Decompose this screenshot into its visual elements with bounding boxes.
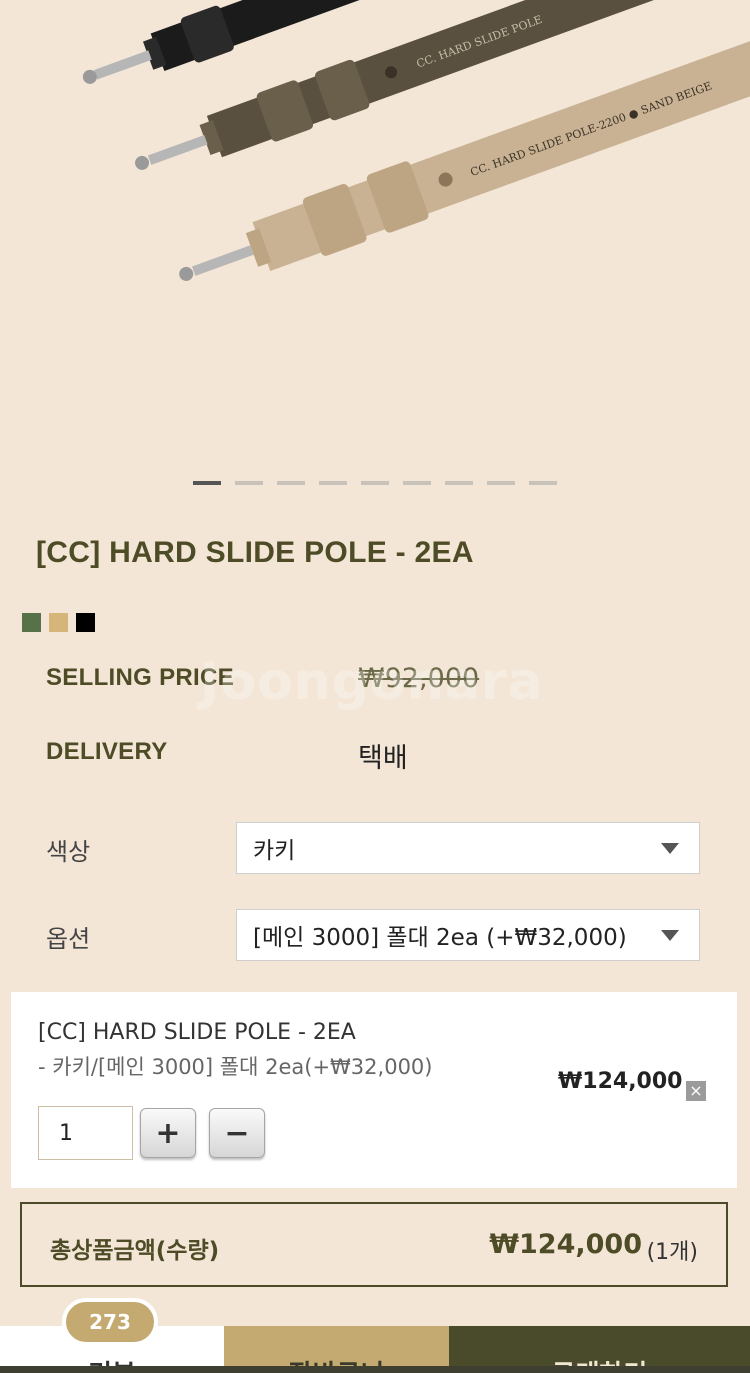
option-select-value: [메인 3000] 폴대 2ea (+₩32,000): [253, 925, 627, 951]
chevron-down-icon: [661, 843, 679, 854]
pagination-dot-8[interactable]: [487, 481, 515, 485]
quantity-increase-button[interactable]: +: [140, 1108, 196, 1158]
delivery-value: 택배: [358, 743, 408, 774]
color-select-value: 카키: [253, 838, 296, 864]
pagination-dot-9[interactable]: [529, 481, 557, 485]
total-quantity: (1개): [646, 1240, 698, 1265]
bottom-strip: [0, 1366, 750, 1373]
option-select[interactable]: [메인 3000] 폴대 2ea (+₩32,000): [236, 909, 700, 961]
delivery-label: DELIVERY: [46, 738, 168, 765]
pagination-dot-4[interactable]: [319, 481, 347, 485]
color-option-label: 색상: [46, 838, 91, 866]
pagination-dot-6[interactable]: [403, 481, 431, 485]
total-amount: ₩124,000: [489, 1229, 642, 1260]
quantity-decrease-button[interactable]: −: [209, 1108, 265, 1158]
remove-item-button[interactable]: ×: [686, 1081, 706, 1101]
color-swatch-beige[interactable]: [49, 613, 68, 632]
total-label: 총상품금액(수량): [50, 1238, 220, 1264]
product-title: [CC] HARD SLIDE POLE - 2EA: [36, 536, 474, 569]
pagination-dot-7[interactable]: [445, 481, 473, 485]
color-swatch-green[interactable]: [22, 613, 41, 632]
pole-engraving-2: CC. HARD SLIDE POLE-2200 ● SAND BEIGE: [469, 79, 714, 179]
watermark-text: Joongonara: [200, 652, 544, 712]
pagination-dot-5[interactable]: [361, 481, 389, 485]
gallery-pagination: [193, 481, 557, 485]
total-summary: 총상품금액(수량) ₩124,000 (1개): [20, 1202, 728, 1287]
selected-item: [CC] HARD SLIDE POLE - 2EA - 카키/[메인 3000…: [11, 992, 737, 1188]
product-image: CC. HARD SLIDE POLE CC. HARD SLIDE POLE-…: [0, 0, 750, 500]
selected-item-price: ₩124,000: [558, 1069, 683, 1094]
color-swatches: [22, 613, 95, 632]
color-select[interactable]: 카키: [236, 822, 700, 874]
chevron-down-icon: [661, 930, 679, 941]
pagination-dot-3[interactable]: [277, 481, 305, 485]
pagination-dot-2[interactable]: [235, 481, 263, 485]
option-label: 옵션: [46, 925, 91, 953]
review-count-badge: 273: [62, 1298, 158, 1346]
selected-item-name: [CC] HARD SLIDE POLE - 2EA: [38, 1020, 356, 1045]
pagination-dot-1[interactable]: [193, 481, 221, 485]
product-photo: CC. HARD SLIDE POLE CC. HARD SLIDE POLE-…: [82, 0, 750, 281]
color-swatch-black[interactable]: [76, 613, 95, 632]
quantity-input[interactable]: 1: [38, 1106, 133, 1160]
selected-item-option: - 카키/[메인 3000] 폴대 2ea(+₩32,000): [38, 1055, 433, 1079]
